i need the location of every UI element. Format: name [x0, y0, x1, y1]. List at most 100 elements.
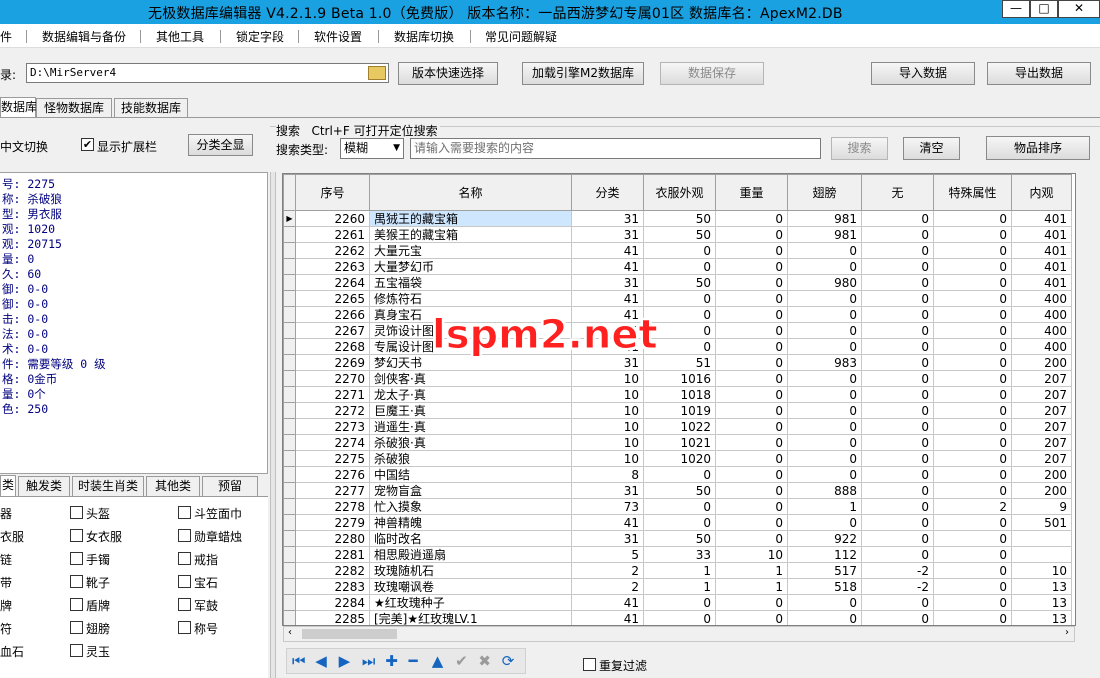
row-indicator[interactable]: [283, 338, 296, 355]
table-cell[interactable]: 10: [571, 418, 644, 435]
table-cell[interactable]: 杀破狼: [369, 450, 572, 467]
show-ext-bar-checkbox[interactable]: ✔: [81, 138, 94, 151]
clear-button[interactable]: 清空: [903, 137, 960, 160]
row-indicator[interactable]: [283, 306, 296, 323]
table-cell[interactable]: 31: [571, 226, 644, 243]
table-row[interactable]: 2264 五宝福袋 31 50 0 980 0 0 401: [283, 274, 1072, 291]
table-cell[interactable]: 41: [571, 594, 644, 611]
table-cell[interactable]: 2282: [295, 562, 370, 579]
table-cell[interactable]: 0: [787, 386, 862, 403]
table-cell[interactable]: 2280: [295, 530, 370, 547]
next-icon[interactable]: ▶: [339, 652, 351, 670]
table-cell[interactable]: -2: [861, 578, 934, 595]
table-cell[interactable]: 31: [571, 210, 644, 227]
menu-data-edit-backup[interactable]: 数据编辑与备份: [42, 28, 126, 45]
table-cell[interactable]: 207: [1011, 434, 1072, 451]
row-indicator[interactable]: [283, 322, 296, 339]
table-cell[interactable]: 200: [1011, 482, 1072, 499]
category-checkbox[interactable]: [178, 575, 191, 588]
category-checkbox[interactable]: [70, 575, 83, 588]
table-row[interactable]: 2267 灵饰设计图 41 0 0 0 0 0 400: [283, 322, 1072, 339]
category-checkbox[interactable]: [70, 552, 83, 565]
table-cell[interactable]: 1021: [643, 434, 716, 451]
table-row[interactable]: 2277 宠物盲盒 31 50 0 888 0 0 200: [283, 482, 1072, 499]
table-cell[interactable]: 13: [1011, 594, 1072, 611]
table-row[interactable]: 2268 专属设计图 41 0 0 0 0 0 400: [283, 338, 1072, 355]
table-cell[interactable]: 401: [1011, 210, 1072, 227]
table-cell[interactable]: 13: [1011, 610, 1072, 625]
table-row[interactable]: 2266 真身宝石 41 0 0 0 0 0 400: [283, 306, 1072, 323]
table-cell[interactable]: 0: [933, 482, 1012, 499]
table-cell[interactable]: 0: [933, 562, 1012, 579]
row-indicator[interactable]: [283, 402, 296, 419]
column-header[interactable]: 内观: [1011, 174, 1072, 211]
table-cell[interactable]: 神兽精魄: [369, 514, 572, 531]
column-header[interactable]: 分类: [571, 174, 644, 211]
table-cell[interactable]: 983: [787, 354, 862, 371]
table-row[interactable]: 2282 玫瑰随机石 2 1 1 517 -2 0 10: [283, 562, 1072, 579]
table-cell[interactable]: 0: [861, 210, 934, 227]
column-header[interactable]: 序号: [295, 174, 370, 211]
search-button[interactable]: 搜索: [831, 137, 888, 160]
table-cell[interactable]: 0: [715, 466, 788, 483]
table-cell[interactable]: 13: [1011, 578, 1072, 595]
table-cell[interactable]: 9: [1011, 498, 1072, 515]
table-cell[interactable]: 0: [861, 498, 934, 515]
table-cell[interactable]: 0: [715, 290, 788, 307]
table-cell[interactable]: 0: [933, 594, 1012, 611]
row-indicator[interactable]: [283, 594, 296, 611]
post-icon[interactable]: ✔: [455, 652, 468, 670]
table-row[interactable]: 2281 相思殿逍遥扇 5 33 10 112 0 0: [283, 546, 1072, 563]
row-indicator[interactable]: [283, 466, 296, 483]
table-cell[interactable]: 10: [1011, 562, 1072, 579]
table-cell[interactable]: 0: [861, 514, 934, 531]
category-checkbox[interactable]: [70, 621, 83, 634]
category-tab[interactable]: 预留: [202, 476, 258, 496]
table-cell[interactable]: 0: [861, 482, 934, 499]
row-indicator[interactable]: [283, 354, 296, 371]
category-checkbox[interactable]: [178, 552, 191, 565]
table-cell[interactable]: 0: [787, 594, 862, 611]
table-cell[interactable]: 0: [933, 610, 1012, 625]
table-cell[interactable]: 0: [715, 610, 788, 625]
table-cell[interactable]: 31: [571, 530, 644, 547]
table-cell[interactable]: 112: [787, 546, 862, 563]
table-row[interactable]: 2275 杀破狼 10 1020 0 0 0 0 207: [283, 450, 1072, 467]
table-cell[interactable]: 0: [933, 418, 1012, 435]
table-row[interactable]: 2269 梦幻天书 31 51 0 983 0 0 200: [283, 354, 1072, 371]
table-cell[interactable]: 0: [787, 402, 862, 419]
table-cell[interactable]: 0: [787, 322, 862, 339]
table-cell[interactable]: 巨魔王·真: [369, 402, 572, 419]
table-cell[interactable]: 0: [933, 434, 1012, 451]
table-cell[interactable]: 0: [933, 306, 1012, 323]
table-cell[interactable]: 玫瑰嘲讽卷: [369, 578, 572, 595]
table-cell[interactable]: 五宝福袋: [369, 274, 572, 291]
table-cell[interactable]: 宠物盲盒: [369, 482, 572, 499]
table-cell[interactable]: 0: [933, 354, 1012, 371]
table-cell[interactable]: 8: [571, 466, 644, 483]
table-cell[interactable]: 401: [1011, 258, 1072, 275]
table-cell[interactable]: 0: [861, 594, 934, 611]
row-indicator[interactable]: [283, 274, 296, 291]
table-cell[interactable]: ★红玫瑰种子: [369, 594, 572, 611]
table-cell[interactable]: 0: [861, 290, 934, 307]
table-cell[interactable]: 517: [787, 562, 862, 579]
menu-db-switch[interactable]: 数据库切换: [394, 28, 454, 45]
table-cell[interactable]: 10: [571, 386, 644, 403]
table-cell[interactable]: 401: [1011, 274, 1072, 291]
last-icon[interactable]: ⏭: [362, 652, 376, 670]
row-indicator[interactable]: [283, 498, 296, 515]
table-cell[interactable]: 400: [1011, 306, 1072, 323]
table-cell[interactable]: 0: [861, 354, 934, 371]
table-cell[interactable]: 2285: [295, 610, 370, 625]
table-cell[interactable]: 0: [861, 370, 934, 387]
table-cell[interactable]: 0: [933, 210, 1012, 227]
table-cell[interactable]: 0: [715, 242, 788, 259]
table-cell[interactable]: 50: [643, 482, 716, 499]
row-indicator[interactable]: [283, 610, 296, 625]
category-checkbox[interactable]: [178, 506, 191, 519]
close-button[interactable]: ✕: [1058, 0, 1100, 18]
table-cell[interactable]: 400: [1011, 322, 1072, 339]
row-indicator[interactable]: ▶: [283, 210, 296, 227]
table-cell[interactable]: 401: [1011, 226, 1072, 243]
